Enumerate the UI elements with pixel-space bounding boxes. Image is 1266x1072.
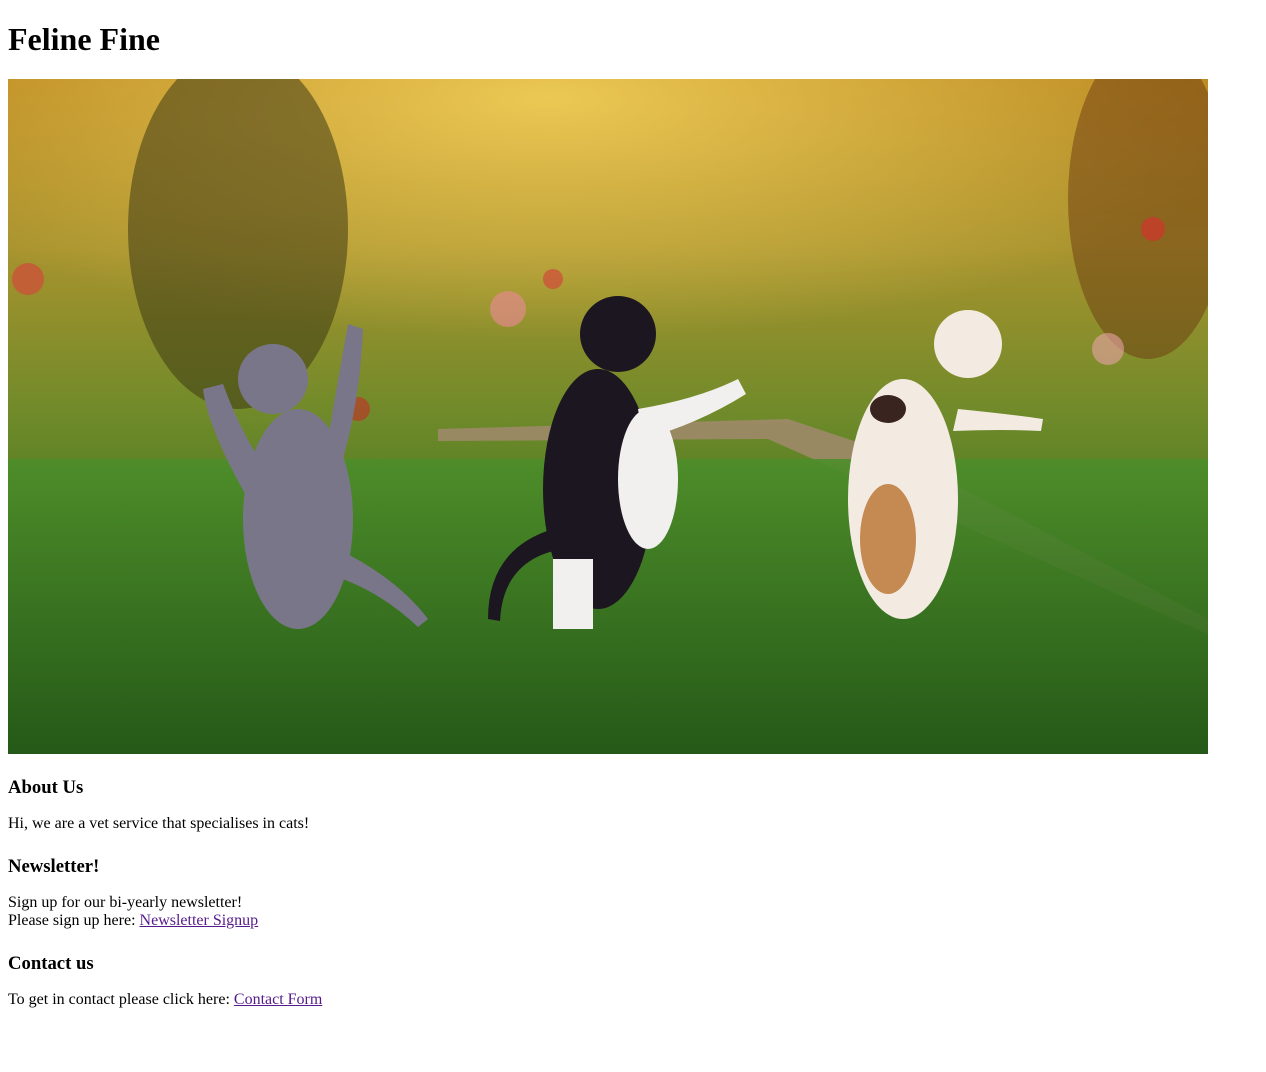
- about-text: Hi, we are a vet service that specialise…: [8, 815, 310, 832]
- contact-prefix: To get in contact please click here:: [8, 991, 234, 1008]
- newsletter-line1: Sign up for our bi-yearly newsletter!: [8, 894, 243, 911]
- newsletter-heading: Newsletter!: [8, 856, 100, 877]
- newsletter-line2-prefix: Please sign up here:: [8, 912, 140, 929]
- page: Feline Fine About Us Hi, we are a vet se…: [0, 21, 1266, 1009]
- about-heading: About Us: [8, 777, 84, 798]
- site-title: Feline Fine: [8, 21, 160, 57]
- hero-image: [8, 79, 1208, 754]
- contact-text: To get in contact please click here: Con…: [8, 991, 1258, 1009]
- newsletter-signup-link[interactable]: Newsletter Signup: [140, 912, 259, 929]
- contact-form-link[interactable]: Contact Form: [234, 991, 322, 1008]
- newsletter-text: Sign up for our bi-yearly newsletter! Ple…: [8, 894, 1258, 930]
- contact-heading: Contact us: [8, 953, 94, 974]
